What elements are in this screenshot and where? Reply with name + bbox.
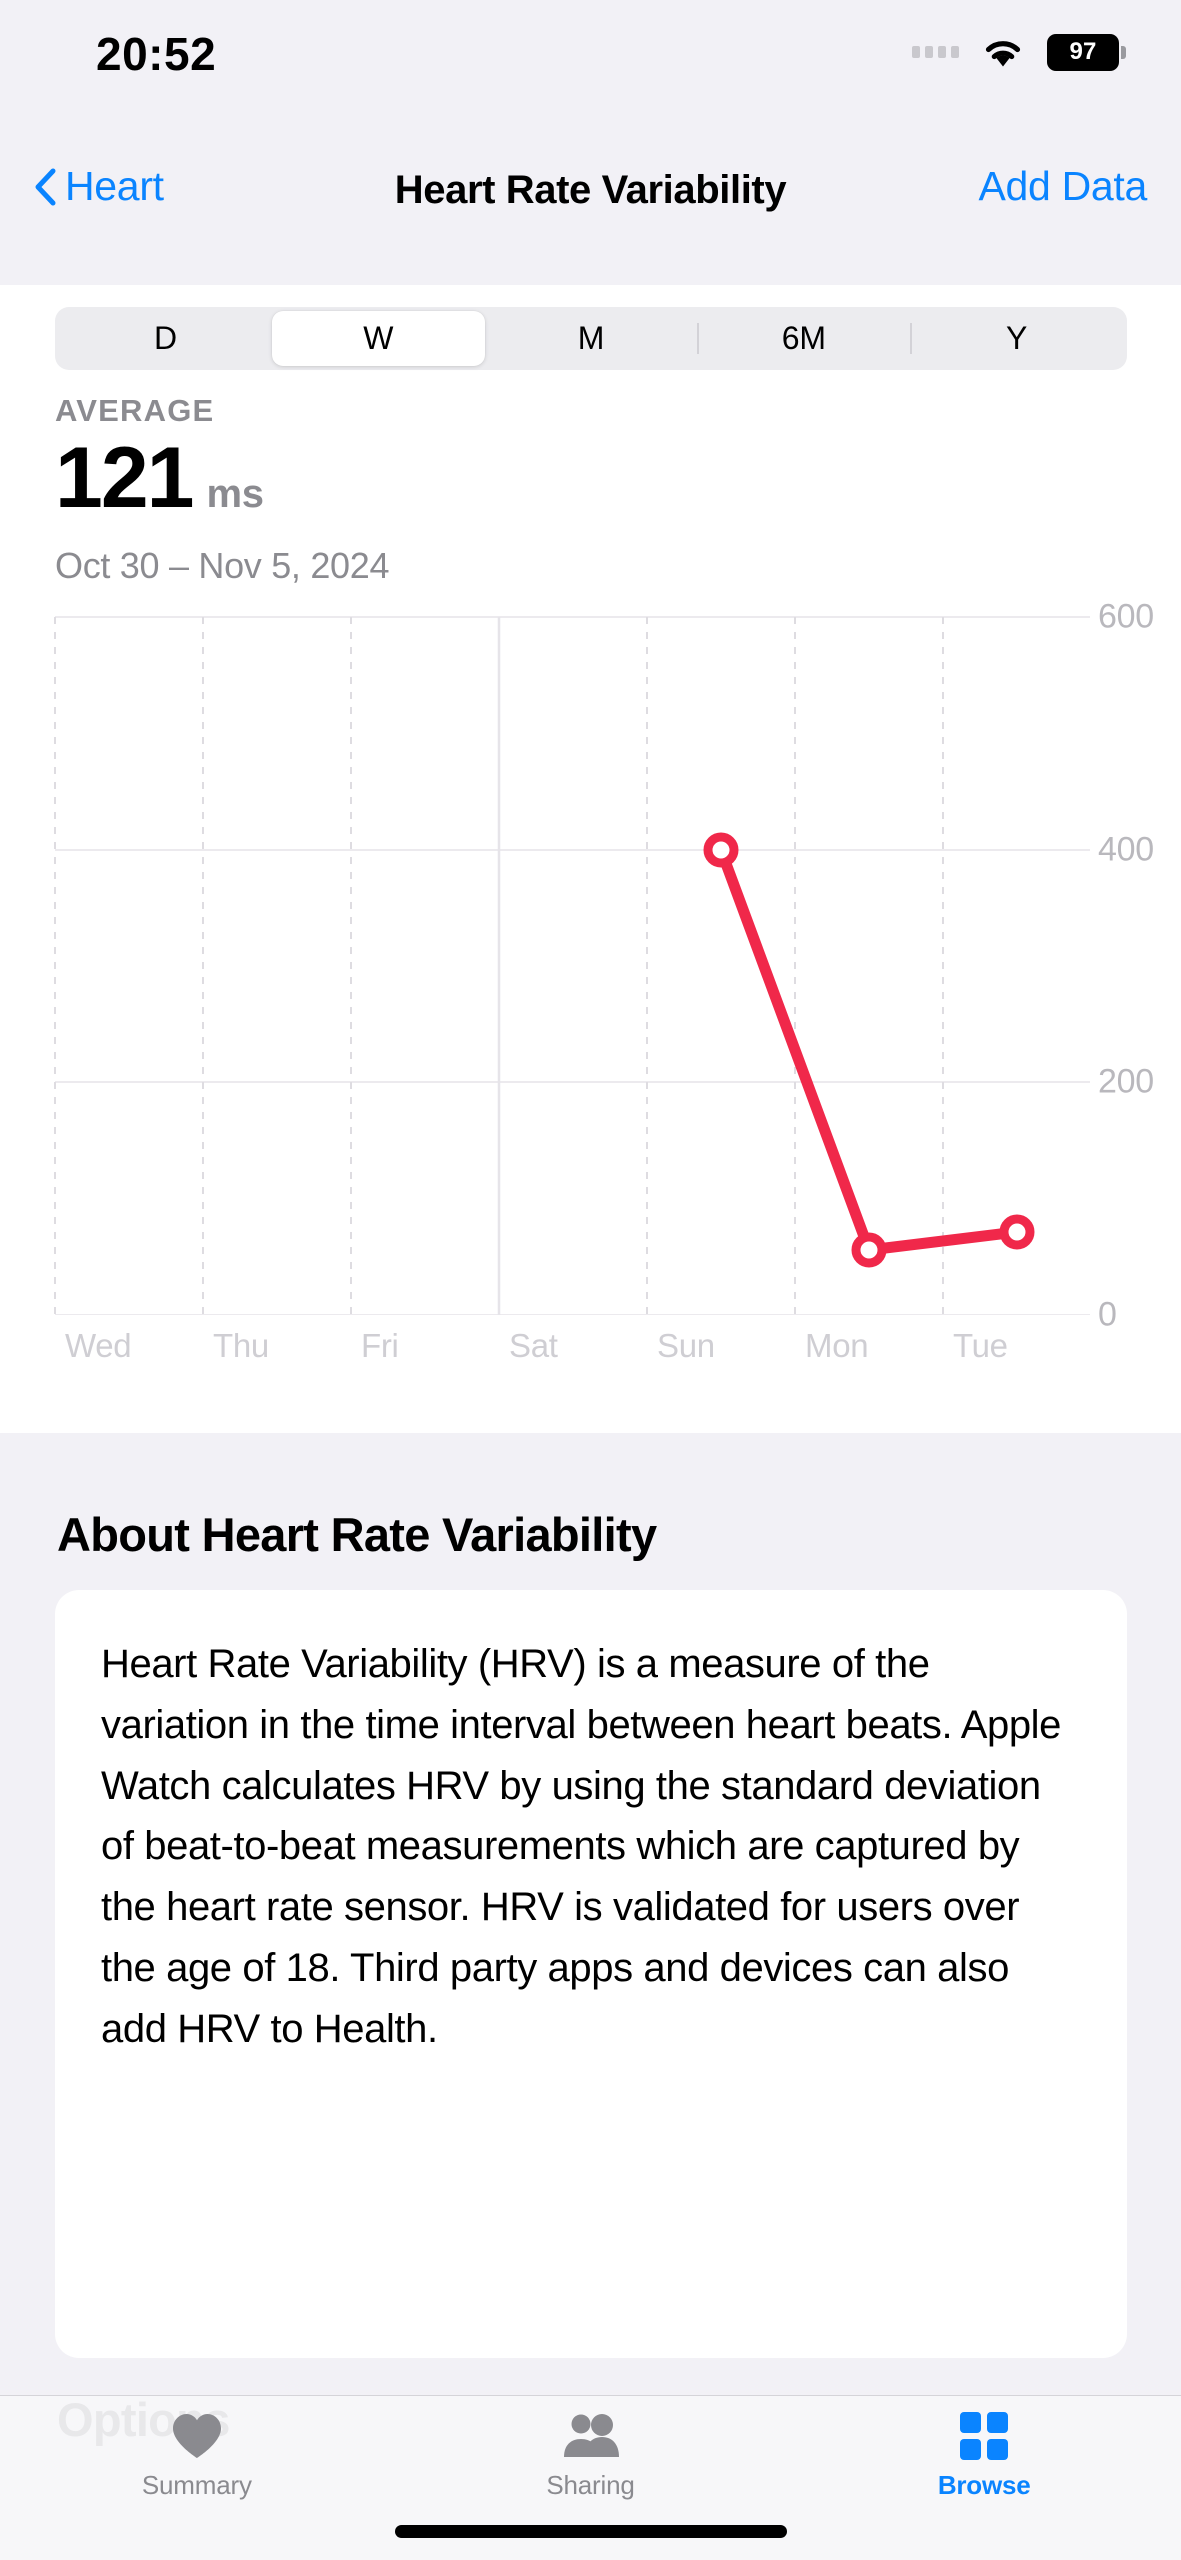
segment-w[interactable]: W xyxy=(271,311,485,366)
chart-card: D W M 6M Y AVERAGE 121 ms Oct 30 – Nov 5… xyxy=(0,285,1181,1433)
x-tick-wed: Wed xyxy=(65,1327,132,1364)
chart-plot xyxy=(54,616,1090,1315)
tab-browse[interactable]: Browse xyxy=(787,2396,1181,2516)
battery-icon: 97 xyxy=(1047,33,1126,71)
x-tick-fri: Fri xyxy=(361,1327,399,1364)
tab-summary[interactable]: Summary xyxy=(0,2396,394,2516)
navigation-bar: Heart Heart Rate Variability Add Data xyxy=(0,125,1181,285)
about-body-text: Heart Rate Variability (HRV) is a measur… xyxy=(101,1642,1062,2051)
status-bar-indicators: 97 xyxy=(912,30,1126,74)
status-bar: 20:52 97 xyxy=(0,0,1181,125)
home-indicator xyxy=(394,2525,787,2538)
segment-6m[interactable]: 6M xyxy=(697,311,910,366)
tab-browse-label: Browse xyxy=(937,2470,1031,2500)
grid-squares-icon xyxy=(959,2410,1009,2462)
add-data-button[interactable]: Add Data xyxy=(978,163,1147,210)
chart-series-line xyxy=(715,844,1023,1256)
chart-x-axis: Wed Thu Fri Sat Sun Mon Tue xyxy=(55,1327,1090,1377)
average-value-row: 121 ms xyxy=(55,435,264,521)
date-range-label: Oct 30 – Nov 5, 2024 xyxy=(55,545,390,586)
x-tick-sat: Sat xyxy=(509,1327,558,1364)
average-label: AVERAGE xyxy=(55,393,215,428)
chart-data-points xyxy=(703,832,1035,1268)
x-tick-mon: Mon xyxy=(805,1327,869,1364)
segment-d[interactable]: D xyxy=(59,311,272,366)
chart-y-axis: 600 400 200 0 xyxy=(1098,598,1181,1334)
tab-summary-label: Summary xyxy=(141,2470,252,2500)
average-unit: ms xyxy=(206,472,265,516)
tab-bar: Summary Sharing Browse xyxy=(0,2395,1181,2560)
status-bar-time: 20:52 xyxy=(96,28,217,80)
x-tick-sun: Sun xyxy=(657,1327,715,1364)
y-tick-400: 400 xyxy=(1098,830,1154,869)
about-section-heading: About Heart Rate Variability xyxy=(57,1508,657,1561)
signal-dots-icon xyxy=(912,46,959,58)
x-tick-tue: Tue xyxy=(953,1327,1008,1364)
y-tick-0: 0 xyxy=(1098,1295,1117,1334)
tab-sharing-label: Sharing xyxy=(546,2470,635,2500)
segment-y[interactable]: Y xyxy=(910,311,1123,366)
x-tick-thu: Thu xyxy=(213,1327,269,1364)
about-card: Heart Rate Variability (HRV) is a measur… xyxy=(55,1590,1127,2358)
wifi-icon xyxy=(981,36,1025,69)
heart-icon xyxy=(170,2410,224,2462)
hrv-line-chart[interactable]: 600 400 200 0 Wed Thu Fri Sat Sun Mon Tu… xyxy=(0,598,1181,1364)
time-range-segmented-control[interactable]: D W M 6M Y xyxy=(55,307,1127,370)
battery-percent-label: 97 xyxy=(1069,38,1097,65)
tab-sharing[interactable]: Sharing xyxy=(394,2396,788,2516)
y-tick-600: 600 xyxy=(1098,597,1154,636)
y-tick-200: 200 xyxy=(1098,1062,1154,1101)
segment-m[interactable]: M xyxy=(485,311,698,366)
people-icon xyxy=(560,2410,622,2462)
chart-gridlines xyxy=(54,616,1090,1315)
average-value: 121 xyxy=(55,430,194,526)
